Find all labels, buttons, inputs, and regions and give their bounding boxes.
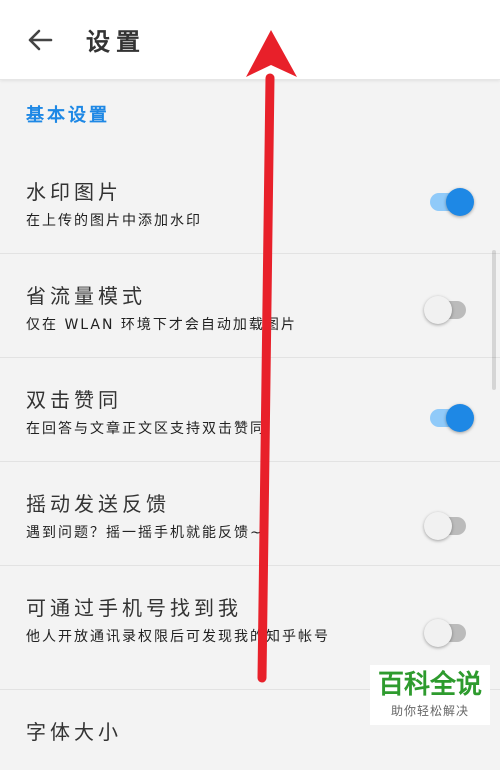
watermark-main-text: 百科全说 [377,670,482,700]
annotation-arrow-icon [246,30,297,683]
watermark-logo: 百科全说 助你轻松解决 [370,665,490,725]
watermark-sub-text: 助你轻松解决 [390,704,469,718]
